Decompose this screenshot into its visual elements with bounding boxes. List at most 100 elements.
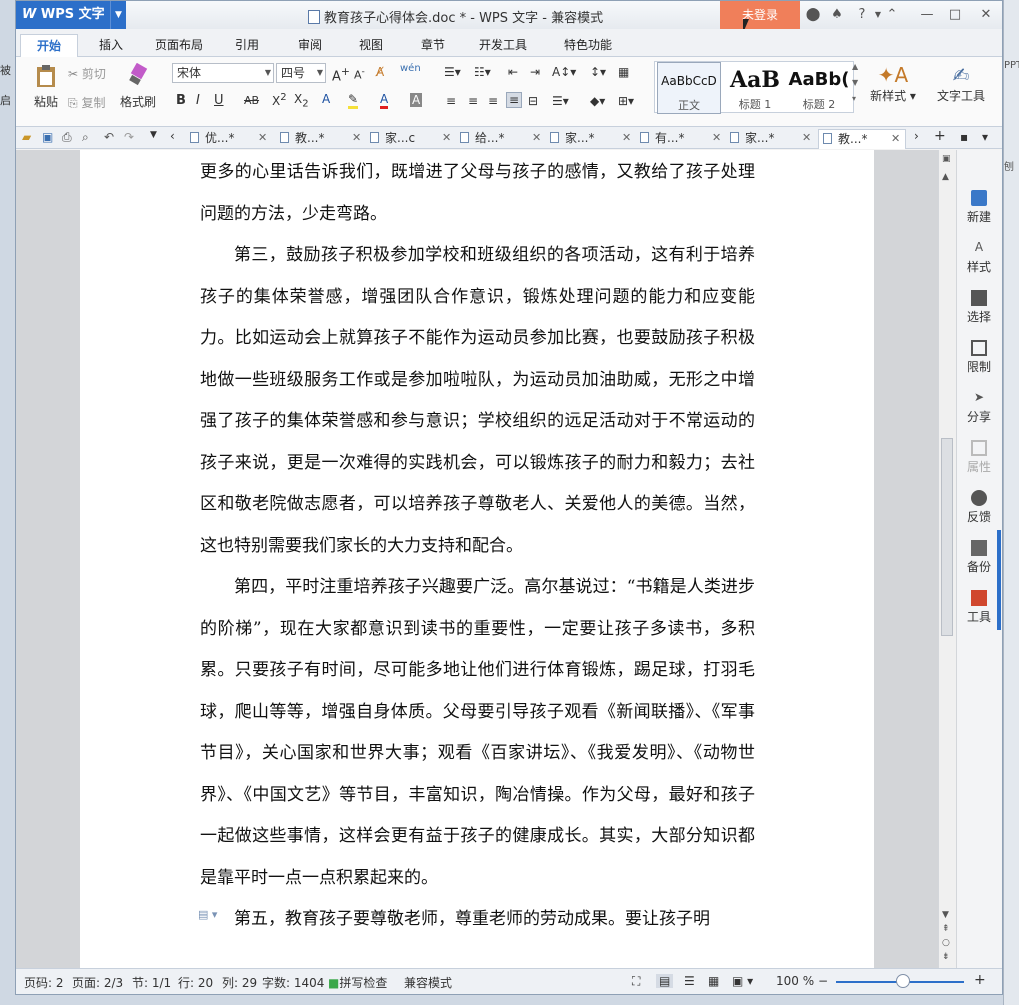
strikethrough-button[interactable]: AB — [244, 94, 259, 107]
open-folder-icon[interactable]: ▰ — [22, 130, 31, 144]
shrink-font-button[interactable]: A- — [354, 66, 365, 82]
prev-page-icon[interactable]: ⇞ — [942, 924, 950, 934]
status-word-count[interactable]: 字数: 1404 — [262, 974, 324, 991]
tab-chapter[interactable]: 章节 — [408, 34, 458, 57]
status-col[interactable]: 列: 29 — [222, 974, 257, 991]
format-painter-button[interactable]: 格式刷 — [118, 63, 158, 110]
tab-page-layout[interactable]: 页面布局 — [146, 34, 212, 57]
doc-tab[interactable]: 家...* ✕ — [546, 129, 636, 149]
vertical-scrollbar[interactable]: ▣ ▲ ▼ ⇞ ○ ⇟ — [938, 150, 956, 968]
grow-font-button[interactable]: A+ — [332, 65, 350, 84]
sidebar-item-backup[interactable]: 备份 — [957, 540, 1001, 575]
browse-object-icon[interactable]: ○ — [942, 938, 950, 948]
sort-button[interactable]: ↕▾ — [590, 65, 606, 79]
paragraph[interactable]: 更多的心里话告诉我们，既增进了父母与孩子的感情，又教给了孩子处理问题的方法，少走… — [200, 152, 755, 235]
italic-button[interactable]: I — [196, 93, 200, 108]
table-border-button[interactable]: ▦ — [618, 65, 629, 79]
next-page-icon[interactable]: ⇟ — [942, 952, 950, 962]
print-icon[interactable]: ⎙ — [62, 130, 72, 145]
font-color-button[interactable]: A — [380, 92, 389, 109]
close-icon[interactable]: ✕ — [802, 129, 811, 147]
pinyin-icon[interactable]: wén — [400, 63, 421, 74]
distribute-button[interactable]: ⊟ — [528, 94, 538, 108]
border-button[interactable]: ⊞▾ — [618, 94, 634, 108]
tab-special[interactable]: 特色功能 — [548, 34, 628, 57]
tab-scroll-right-icon[interactable]: › — [914, 129, 919, 143]
cut-button[interactable]: ✂ 剪切 — [68, 65, 106, 82]
char-shading-button[interactable]: A — [410, 93, 423, 107]
paragraph[interactable]: 第四，平时注重培养孩子兴趣要广泛。高尔基说过：“书籍是人类进步的阶梯”，现在大家… — [200, 567, 755, 899]
outline-view-icon[interactable]: ☰ — [684, 974, 695, 988]
align-left-button[interactable]: ≡ — [446, 94, 456, 108]
close-icon[interactable]: ✕ — [891, 130, 900, 148]
superscript-button[interactable]: X2 — [272, 92, 287, 108]
scroll-up-icon[interactable]: ▲ — [942, 172, 949, 182]
font-size-select[interactable]: 四号 ▼ — [276, 63, 326, 83]
document-page[interactable]: 更多的心里话告诉我们，既增进了父母与孩子的感情，又教给了孩子处理问题的方法，少走… — [80, 150, 874, 968]
page-view-icon[interactable]: ▤ — [656, 974, 674, 988]
status-pages[interactable]: 页面: 2/3 — [72, 974, 123, 991]
sidebar-item-tools[interactable]: 工具 — [957, 590, 1001, 625]
chevron-down-icon[interactable]: ▼ — [110, 1, 126, 29]
sidebar-item-style[interactable]: A 样式 — [957, 240, 1001, 275]
close-icon[interactable]: ✕ — [532, 129, 541, 147]
clear-format-icon[interactable]: A̸ — [376, 65, 384, 79]
tab-scroll-left-icon[interactable]: ‹ — [170, 129, 175, 143]
doc-tab[interactable]: 优...* ✕ — [186, 129, 276, 149]
increase-indent-button[interactable]: ⇥ — [530, 65, 540, 79]
doc-tab-active[interactable]: 教...* ✕ — [818, 129, 906, 149]
fullscreen-view-icon[interactable]: ⛶ — [632, 974, 640, 989]
doc-tab[interactable]: 有...* ✕ — [636, 129, 726, 149]
zoom-out-button[interactable]: − — [818, 974, 828, 988]
bold-button[interactable]: B — [176, 93, 186, 108]
tab-developer[interactable]: 开发工具 — [468, 34, 538, 57]
paragraph-marker-icon[interactable]: ▤ ▾ — [198, 908, 217, 921]
text-effect-button[interactable]: A — [322, 92, 330, 106]
sidebar-item-select[interactable]: 选择 — [957, 290, 1001, 325]
sidebar-item-new[interactable]: 新建 — [957, 190, 1001, 225]
collapse-ribbon-icon[interactable]: ⌃ — [882, 5, 902, 25]
paste-button[interactable]: 粘贴 — [26, 63, 66, 110]
close-icon[interactable]: ✕ — [442, 129, 451, 147]
close-icon[interactable]: ✕ — [258, 129, 267, 147]
tab-home[interactable]: 开始 — [20, 34, 78, 57]
zoom-level[interactable]: 100 % — [776, 974, 814, 988]
new-style-button[interactable]: ✦A 新样式 ▾ — [868, 63, 918, 104]
sidebar-item-restrict[interactable]: 限制 — [957, 340, 1001, 375]
decrease-indent-button[interactable]: ⇤ — [508, 65, 518, 79]
status-row[interactable]: 行: 20 — [178, 974, 213, 991]
highlight-button[interactable]: ✎ — [348, 92, 359, 109]
style-heading-1[interactable]: AaB 标题 1 — [723, 62, 787, 114]
login-button[interactable]: 未登录 — [720, 1, 800, 29]
zoom-in-button[interactable]: + — [974, 972, 986, 988]
skin-icon[interactable]: ⬤ — [804, 5, 822, 25]
save-icon[interactable]: ▣ — [42, 130, 53, 144]
redo-icon[interactable]: ↷ — [124, 130, 134, 144]
reading-mode-icon[interactable]: ▣ ▾ — [732, 974, 753, 988]
paragraph[interactable]: 第五，教育孩子要尊敬老师，尊重老师的劳动成果。要让孩子明 — [200, 899, 755, 941]
close-icon[interactable]: ✕ — [622, 129, 631, 147]
copy-button[interactable]: ⎘ 复制 — [68, 94, 105, 111]
zoom-slider-thumb[interactable] — [896, 974, 910, 988]
align-right-button[interactable]: ≡ — [488, 94, 498, 108]
numbered-list-button[interactable]: ☷▾ — [474, 65, 491, 79]
spell-check-button[interactable]: ■拼写检查 — [328, 974, 387, 991]
chevron-down-icon[interactable]: ▼ — [150, 130, 157, 140]
minimize-button[interactable]: — — [916, 5, 938, 25]
tab-references[interactable]: 引用 — [222, 34, 272, 57]
style-heading-2[interactable]: AaBb(标题 2 — [787, 62, 851, 114]
close-icon[interactable]: ✕ — [712, 129, 721, 147]
doc-tab[interactable]: 给...* ✕ — [456, 129, 546, 149]
tab-menu-icon[interactable]: ▾ — [982, 130, 988, 144]
tab-list-icon[interactable]: ▪ — [960, 130, 968, 144]
undo-icon[interactable]: ↶ — [104, 130, 114, 144]
web-view-icon[interactable]: ▦ — [708, 974, 719, 988]
app-menu-button[interactable]: W WPS 文字 ▼ — [16, 1, 126, 29]
print-preview-icon[interactable]: ⌕ — [82, 130, 89, 145]
paragraph[interactable]: 第三，鼓励孩子积极参加学校和班级组织的各项活动，这有利于培养孩子的集体荣誉感，增… — [200, 235, 755, 567]
scroll-down-icon[interactable]: ▼ — [942, 910, 949, 920]
doc-tab[interactable]: 家...c ✕ — [366, 129, 456, 149]
doc-tab[interactable]: 家...* ✕ — [726, 129, 818, 149]
sidebar-item-share[interactable]: ➤ 分享 — [957, 390, 1001, 425]
split-view-icon[interactable]: ▣ — [942, 154, 951, 164]
